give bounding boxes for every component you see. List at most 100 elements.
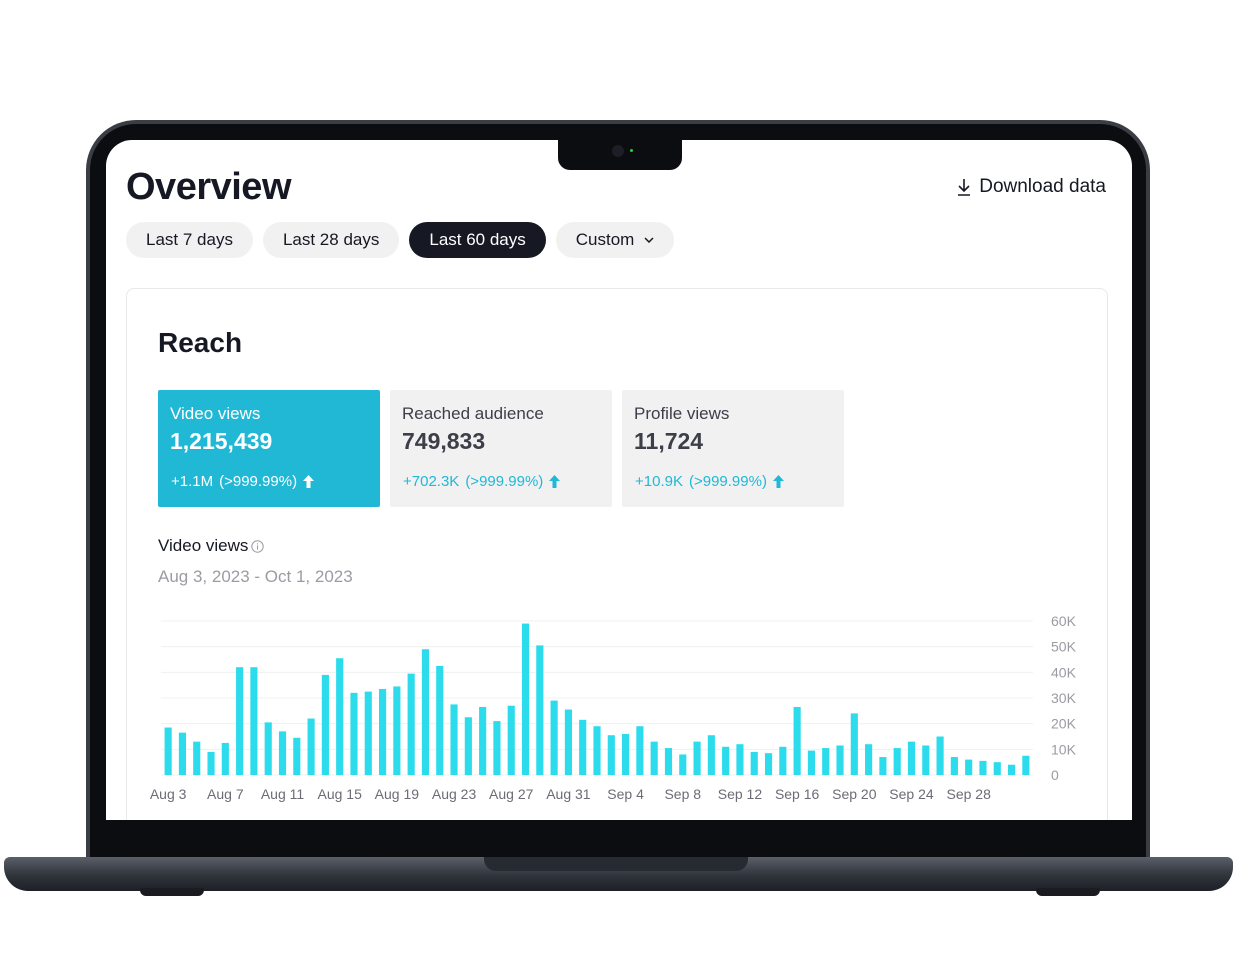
- chart-bar[interactable]: [807, 750, 815, 775]
- chart-bar[interactable]: [793, 706, 801, 775]
- chart-bar[interactable]: [164, 727, 172, 775]
- chart-bar[interactable]: [178, 732, 187, 775]
- metric-reached-audience[interactable]: Reached audience 749,833 +702.3K (>999.9…: [390, 390, 612, 507]
- chart-bar[interactable]: [865, 744, 873, 775]
- chart-bar[interactable]: [664, 748, 673, 775]
- tab-label: Custom: [575, 230, 635, 249]
- laptop-mockup: Overview Download data Last 7 days Last …: [0, 0, 1237, 978]
- delta-value: +10.9K: [635, 473, 683, 490]
- chart-title: Video views: [158, 536, 265, 556]
- chart-bar[interactable]: [250, 667, 258, 775]
- chart-bar[interactable]: [564, 709, 572, 775]
- chart-bar[interactable]: [950, 757, 958, 775]
- chart-bar[interactable]: [936, 736, 944, 776]
- camera-led-icon: [630, 149, 633, 152]
- chart-bar[interactable]: [421, 649, 430, 775]
- download-data-button[interactable]: Download data: [957, 176, 1106, 198]
- chart-bar[interactable]: [907, 741, 916, 775]
- chart-date-range: Aug 3, 2023 - Oct 1, 2023: [158, 567, 353, 586]
- chart-bar[interactable]: [264, 722, 272, 775]
- chart-bar[interactable]: [336, 658, 344, 775]
- metric-video-views[interactable]: Video views 1,215,439 +1.1M (>999.99%): [158, 390, 380, 507]
- y-tick-label: 40K: [1051, 664, 1077, 680]
- x-tick-label: Aug 27: [489, 786, 534, 802]
- y-tick-label: 60K: [1051, 613, 1077, 629]
- chart-bar[interactable]: [321, 674, 329, 775]
- chart-bar[interactable]: [779, 746, 787, 775]
- delta-percent: (>999.99%): [688, 473, 767, 490]
- chart-bar[interactable]: [1022, 755, 1030, 775]
- chart-bar[interactable]: [636, 726, 644, 775]
- metric-value: 11,724: [634, 428, 704, 454]
- download-data-label: Download data: [979, 176, 1106, 197]
- x-tick-label: Aug 19: [375, 786, 420, 802]
- tab-last-7-days[interactable]: Last 7 days: [126, 222, 253, 258]
- chart-bar[interactable]: [736, 744, 744, 775]
- chart-bar[interactable]: [822, 748, 830, 775]
- chart-bar[interactable]: [722, 746, 730, 775]
- tab-custom[interactable]: Custom: [555, 222, 675, 258]
- chart-bar[interactable]: [407, 673, 415, 775]
- chart-bar[interactable]: [450, 704, 458, 775]
- chart-bar[interactable]: [607, 735, 615, 775]
- chart-bar[interactable]: [464, 717, 472, 775]
- x-tick-label: Sep 24: [889, 786, 934, 802]
- chart-bar[interactable]: [836, 745, 844, 775]
- chart-bar[interactable]: [750, 751, 758, 775]
- chart-bar[interactable]: [879, 757, 887, 775]
- chart-bar[interactable]: [507, 705, 515, 775]
- chart-bar[interactable]: [579, 719, 587, 775]
- info-icon[interactable]: [251, 539, 265, 553]
- chart-bar[interactable]: [622, 733, 630, 775]
- chevron-down-icon: [644, 237, 654, 243]
- chart-bar[interactable]: [278, 731, 287, 775]
- chart-bar[interactable]: [550, 700, 558, 775]
- chart-bar[interactable]: [236, 667, 244, 775]
- y-tick-label: 20K: [1051, 716, 1077, 732]
- page-title: Overview: [126, 166, 292, 208]
- chart-bar[interactable]: [536, 645, 544, 775]
- y-tick-label: 0: [1051, 767, 1059, 783]
- x-tick-label: Aug 11: [261, 786, 305, 802]
- chart-bar[interactable]: [693, 741, 701, 775]
- chart-bar[interactable]: [350, 692, 358, 775]
- x-tick-label: Sep 8: [664, 786, 701, 802]
- chart-bar[interactable]: [293, 737, 301, 775]
- chart-bar[interactable]: [207, 751, 215, 775]
- chart-bar[interactable]: [307, 718, 315, 775]
- chart-bar[interactable]: [393, 686, 401, 775]
- chart-bar[interactable]: [379, 689, 387, 775]
- tab-last-60-days[interactable]: Last 60 days: [409, 222, 546, 258]
- chart-bar[interactable]: [493, 721, 501, 775]
- chart-bar[interactable]: [1007, 764, 1016, 775]
- y-tick-label: 30K: [1051, 690, 1077, 706]
- chart-bar[interactable]: [993, 762, 1001, 775]
- chart-bar[interactable]: [979, 760, 987, 775]
- chart-bar[interactable]: [922, 745, 930, 775]
- tab-last-28-days[interactable]: Last 28 days: [262, 222, 400, 258]
- chart-bar[interactable]: [479, 706, 487, 775]
- chart-bar[interactable]: [221, 742, 229, 775]
- chart-bar[interactable]: [436, 665, 444, 775]
- tab-label: Last 28 days: [282, 230, 380, 249]
- chart-bar[interactable]: [850, 713, 858, 775]
- chart-bar[interactable]: [679, 754, 687, 775]
- arrow-up-icon: [549, 475, 561, 488]
- chart-bar[interactable]: [707, 735, 715, 775]
- x-tick-label: Aug 3: [150, 786, 187, 802]
- delta-value: +702.3K: [403, 473, 460, 490]
- chart-bar[interactable]: [764, 753, 773, 775]
- chart-bar[interactable]: [965, 759, 973, 775]
- metric-profile-views[interactable]: Profile views 11,724 +10.9K (>999.99%): [622, 390, 844, 507]
- chart-bar[interactable]: [650, 741, 658, 775]
- y-tick-label: 10K: [1051, 741, 1077, 757]
- chart-bar[interactable]: [364, 691, 372, 775]
- laptop-foot: [140, 888, 204, 896]
- date-range-tabs: Last 7 days Last 28 days Last 60 days Cu…: [126, 222, 675, 258]
- chart-bar[interactable]: [193, 741, 201, 775]
- chart-bar[interactable]: [521, 623, 530, 775]
- chart-bar[interactable]: [593, 726, 601, 775]
- chart-bar[interactable]: [893, 748, 901, 775]
- delta-percent: (>999.99%): [219, 473, 298, 490]
- metric-delta: +10.9K (>999.99%): [635, 473, 784, 490]
